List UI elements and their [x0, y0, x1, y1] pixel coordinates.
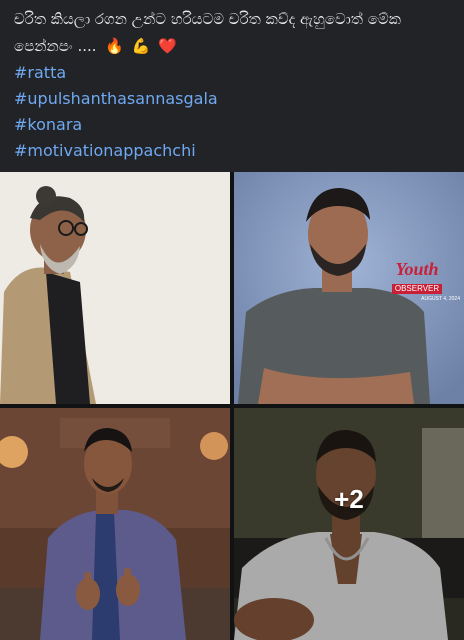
caption-line-2-text: පෙන්නපං .... — [14, 37, 97, 55]
more-photos-count: +2 — [334, 483, 364, 514]
photo-2[interactable]: Youth OBSERVER AUGUST 4, 2024 — [234, 172, 464, 404]
photo-1-image — [0, 172, 230, 404]
caption-line-2: පෙන්නපං .... 🔥 💪 ❤️ — [14, 33, 454, 60]
watermark-date: AUGUST 4, 2024 — [421, 296, 460, 302]
emoji-row: 🔥 💪 ❤️ — [105, 33, 180, 60]
caption-line-1: චරිත කියලා රගන උන්ට හරියටම චරිත කව්ද ඇහු… — [14, 10, 401, 28]
watermark-youth: Youth — [395, 259, 439, 279]
hashtag-motivationappachchi[interactable]: #motivationappachchi — [14, 138, 218, 164]
red-heart-icon: ❤️ — [158, 37, 177, 55]
watermark-observer: OBSERVER — [391, 284, 443, 294]
hashtag-upulshanthasannasgala[interactable]: #upulshanthasannasgala — [14, 86, 218, 112]
more-photos-overlay[interactable]: +2 — [234, 408, 464, 640]
photo-1[interactable] — [0, 172, 230, 404]
hashtag-ratta[interactable]: #ratta — [14, 60, 218, 86]
photo-3[interactable] — [0, 408, 230, 640]
flexed-biceps-icon: 💪 — [131, 37, 151, 55]
photo-3-image — [0, 408, 230, 640]
post-card: චරිත කියලා රගන උන්ට හරියටම චරිත කව්ද ඇහු… — [0, 0, 464, 640]
hashtag-list: #ratta #upulshanthasannasgala #konara #m… — [14, 60, 218, 164]
youth-observer-watermark: Youth OBSERVER AUGUST 4, 2024 — [374, 260, 460, 303]
post-caption: චරිත කියලා රගන උන්ට හරියටම චරිත කව්ද ඇහු… — [14, 6, 454, 60]
photo-grid: Youth OBSERVER AUGUST 4, 2024 +2 — [0, 172, 464, 640]
hashtag-konara[interactable]: #konara — [14, 112, 218, 138]
photo-4[interactable]: +2 — [234, 408, 464, 640]
fire-icon: 🔥 — [105, 37, 125, 55]
